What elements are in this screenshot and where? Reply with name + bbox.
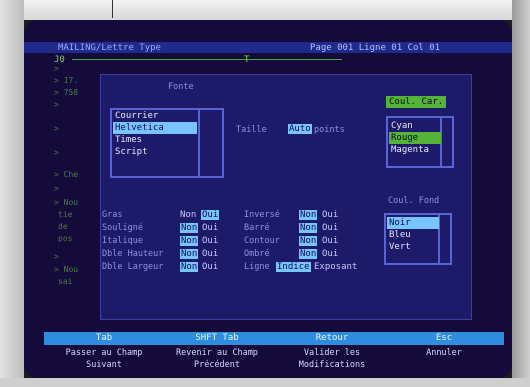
cursor-position: Page 001 Ligne 01 Col 01	[310, 43, 441, 53]
coul-fond-option[interactable]: Bleu	[389, 229, 411, 241]
ligne-label: Ligne	[244, 262, 270, 272]
attr-non-selected[interactable]: Non	[299, 236, 318, 246]
coul-car-listbox[interactable]: Cyan Rouge Magenta	[386, 116, 454, 168]
attr-label: Inversé	[244, 210, 280, 220]
ligne-exposant[interactable]: Exposant	[314, 262, 357, 272]
taille-label: Taille	[236, 125, 267, 135]
attr-label: Gras	[102, 210, 123, 220]
attr-oui[interactable]: Oui	[322, 236, 338, 246]
retour-key-desc: Modifications	[298, 360, 366, 370]
fonte-option[interactable]: Times	[115, 134, 142, 146]
coul-fond-listbox[interactable]: Noir Bleu Vert	[384, 213, 452, 265]
attr-oui[interactable]: Oui	[202, 223, 218, 233]
fonte-listbox[interactable]: Courrier Helvetica Times Script	[110, 108, 224, 178]
attr-oui[interactable]: Oui	[322, 223, 338, 233]
attr-label: Italique	[102, 236, 143, 246]
attr-non-selected[interactable]: Non	[180, 236, 199, 246]
attr-oui[interactable]: Oui	[202, 236, 218, 246]
attr-oui[interactable]: Oui	[202, 262, 218, 272]
attr-non-selected[interactable]: Non	[180, 262, 199, 272]
esc-key-desc: Annuler	[426, 348, 462, 358]
tab-key[interactable]: Tab	[54, 333, 154, 343]
monitor-bezel-bottom	[0, 378, 530, 387]
attr-label: Contour	[244, 236, 280, 246]
coul-fond-option[interactable]: Vert	[389, 241, 411, 253]
attr-oui-selected[interactable]: Oui	[201, 210, 220, 220]
coul-fond-title: Coul. Fond	[388, 196, 440, 206]
attr-label: Barré	[244, 223, 270, 233]
coul-car-option-selected[interactable]: Rouge	[389, 132, 441, 144]
attr-label: Souligné	[102, 223, 143, 233]
fonte-option-selected[interactable]: Helvetica	[113, 122, 197, 134]
fonte-option[interactable]: Script	[115, 146, 148, 158]
coul-car-option[interactable]: Cyan	[391, 120, 413, 132]
coul-fond-option-selected[interactable]: Noir	[387, 217, 439, 229]
shift-tab-key-desc: Précédent	[193, 360, 241, 370]
crt-screen: MAILING/Lettre Type Page 001 Ligne 01 Co…	[24, 20, 512, 378]
monitor-bezel-right	[512, 0, 530, 387]
shift-tab-key-desc: Revenir au Champ	[176, 348, 258, 358]
attr-label: Ombré	[244, 249, 270, 259]
tab-key-desc: Passer au Champ	[65, 348, 143, 358]
attr-label: Dble Hauteur	[102, 249, 164, 259]
tab-key-desc: Suivant	[86, 360, 122, 370]
attr-non-selected[interactable]: Non	[299, 210, 318, 220]
shift-tab-key[interactable]: SHFT Tab	[167, 333, 267, 343]
coul-car-title: Coul. Car.	[386, 96, 447, 108]
document-title: MAILING/Lettre Type	[58, 43, 161, 53]
attr-non-selected[interactable]: Non	[180, 249, 199, 259]
attr-non[interactable]: Non	[180, 210, 196, 220]
ruler-tab-mark: T	[244, 55, 250, 65]
fonte-scrollbar[interactable]	[198, 110, 200, 176]
taille-unit: points	[314, 125, 345, 135]
callout-line	[112, 0, 113, 18]
ruler-line	[72, 59, 342, 60]
monitor-bezel-left	[0, 0, 24, 387]
attr-oui[interactable]: Oui	[322, 249, 338, 259]
retour-key[interactable]: Retour	[282, 333, 382, 343]
attr-non-selected[interactable]: Non	[299, 249, 318, 259]
attr-non-selected[interactable]: Non	[299, 223, 318, 233]
fonte-option[interactable]: Courrier	[115, 110, 158, 122]
taille-input[interactable]: Auto	[288, 124, 312, 134]
coul-car-option[interactable]: Magenta	[391, 144, 429, 156]
monitor-bezel-top	[0, 0, 530, 20]
esc-key[interactable]: Esc	[394, 333, 494, 343]
attr-oui[interactable]: Oui	[322, 210, 338, 220]
attr-oui[interactable]: Oui	[202, 249, 218, 259]
attr-non-selected[interactable]: Non	[180, 223, 199, 233]
retour-key-desc: Valider les	[303, 348, 361, 358]
fonte-title: Fonte	[168, 82, 194, 92]
attr-label: Dble Largeur	[102, 262, 164, 272]
ligne-indice-selected[interactable]: Indice	[276, 262, 311, 272]
